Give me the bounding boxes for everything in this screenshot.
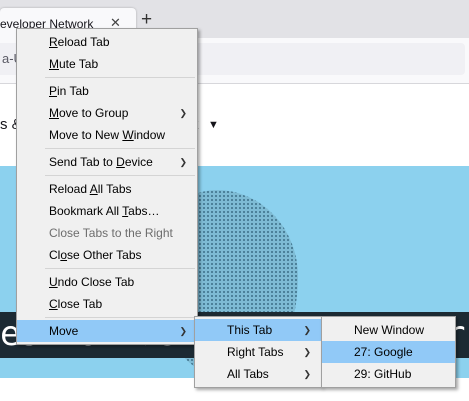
menu-label: Bookmark All <box>49 204 123 218</box>
menu-item-close-tabs-to-right[interactable]: Close Tabs to the Right <box>17 222 197 244</box>
chevron-down-icon[interactable]: ▼ <box>208 119 219 131</box>
move-submenu: This Tab ❯ Right Tabs ❯ All Tabs ❯ <box>194 316 322 388</box>
menu-label: evice <box>124 155 153 169</box>
submenu-arrow-icon: ❯ <box>303 347 311 357</box>
tab-context-menu: Reload Tab Mute Tab Pin Tab Move to Grou… <box>16 28 198 345</box>
menu-item-bookmark-all-tabs[interactable]: Bookmark All Tabs… <box>17 200 197 222</box>
menu-label: Right Tabs <box>227 345 284 359</box>
submenu-arrow-icon: ❯ <box>179 326 187 336</box>
new-tab-icon[interactable]: + <box>141 10 152 29</box>
menu-item-this-tab[interactable]: This Tab ❯ <box>195 319 321 341</box>
access-key: M <box>49 106 59 120</box>
menu-label: ove to Group <box>59 106 129 120</box>
access-key: P <box>49 84 58 98</box>
menu-item-reload-tab[interactable]: Reload Tab <box>17 31 197 53</box>
menu-item-close-other-tabs[interactable]: Close Other Tabs <box>17 244 197 266</box>
menu-label: Move to New <box>49 128 123 142</box>
window-target-submenu: New Window 27: Google 29: GitHub <box>321 316 456 388</box>
menu-label: Reload <box>49 182 90 196</box>
menu-item-window-github[interactable]: 29: GitHub <box>322 363 455 385</box>
menu-item-undo-close-tab[interactable]: Undo Close Tab <box>17 271 197 293</box>
menu-label: lose Tab <box>57 297 103 311</box>
access-key: A <box>89 182 98 196</box>
menu-item-all-tabs[interactable]: All Tabs ❯ <box>195 363 321 385</box>
menu-item-mute-tab[interactable]: Mute Tab <box>17 53 197 75</box>
menu-item-new-window[interactable]: New Window <box>322 319 455 341</box>
menu-label: ndo Close Tab <box>57 275 135 289</box>
menu-label: se Other Tabs <box>67 248 142 262</box>
menu-item-move-to-group[interactable]: Move to Group ❯ <box>17 102 197 124</box>
access-key: W <box>122 128 134 142</box>
submenu-arrow-icon: ❯ <box>303 325 311 335</box>
access-key: D <box>116 155 125 169</box>
menu-separator <box>45 77 195 78</box>
menu-separator <box>45 268 195 269</box>
menu-label: 29: GitHub <box>354 367 412 381</box>
submenu-arrow-icon: ❯ <box>179 157 187 167</box>
menu-label: indow <box>133 128 166 142</box>
menu-label: Close Tabs to the Right <box>49 226 173 240</box>
menu-item-window-google[interactable]: 27: Google <box>322 341 455 363</box>
menu-label: New Window <box>354 323 425 337</box>
menu-item-reload-all-tabs[interactable]: Reload All Tabs <box>17 178 197 200</box>
menu-label: in Tab <box>57 84 89 98</box>
menu-label: ute Tab <box>59 57 99 71</box>
menu-item-move-to-new-window[interactable]: Move to New Window <box>17 124 197 146</box>
menu-label: All Tabs <box>227 367 269 381</box>
access-key: M <box>49 57 59 71</box>
menu-separator <box>45 175 195 176</box>
menu-label: Send Tab to <box>49 155 117 169</box>
menu-label: eload Tab <box>57 35 110 49</box>
menu-item-send-tab-to-device[interactable]: Send Tab to Device ❯ <box>17 151 197 173</box>
menu-label: This Tab <box>227 323 273 337</box>
menu-label: abs… <box>128 204 160 218</box>
menu-item-pin-tab[interactable]: Pin Tab <box>17 80 197 102</box>
menu-label: ll Tabs <box>97 182 132 196</box>
submenu-arrow-icon: ❯ <box>179 108 187 118</box>
menu-separator <box>45 148 195 149</box>
menu-label: Move <box>49 324 79 338</box>
access-key: C <box>49 297 58 311</box>
menu-item-move[interactable]: Move ❯ <box>17 320 197 342</box>
menu-label: Cl <box>49 248 61 262</box>
access-key: R <box>49 35 58 49</box>
menu-item-close-tab[interactable]: Close Tab <box>17 293 197 315</box>
menu-item-right-tabs[interactable]: Right Tabs ❯ <box>195 341 321 363</box>
submenu-arrow-icon: ❯ <box>303 369 311 379</box>
menu-label: 27: Google <box>354 345 413 359</box>
access-key: U <box>49 275 58 289</box>
menu-separator <box>45 317 195 318</box>
